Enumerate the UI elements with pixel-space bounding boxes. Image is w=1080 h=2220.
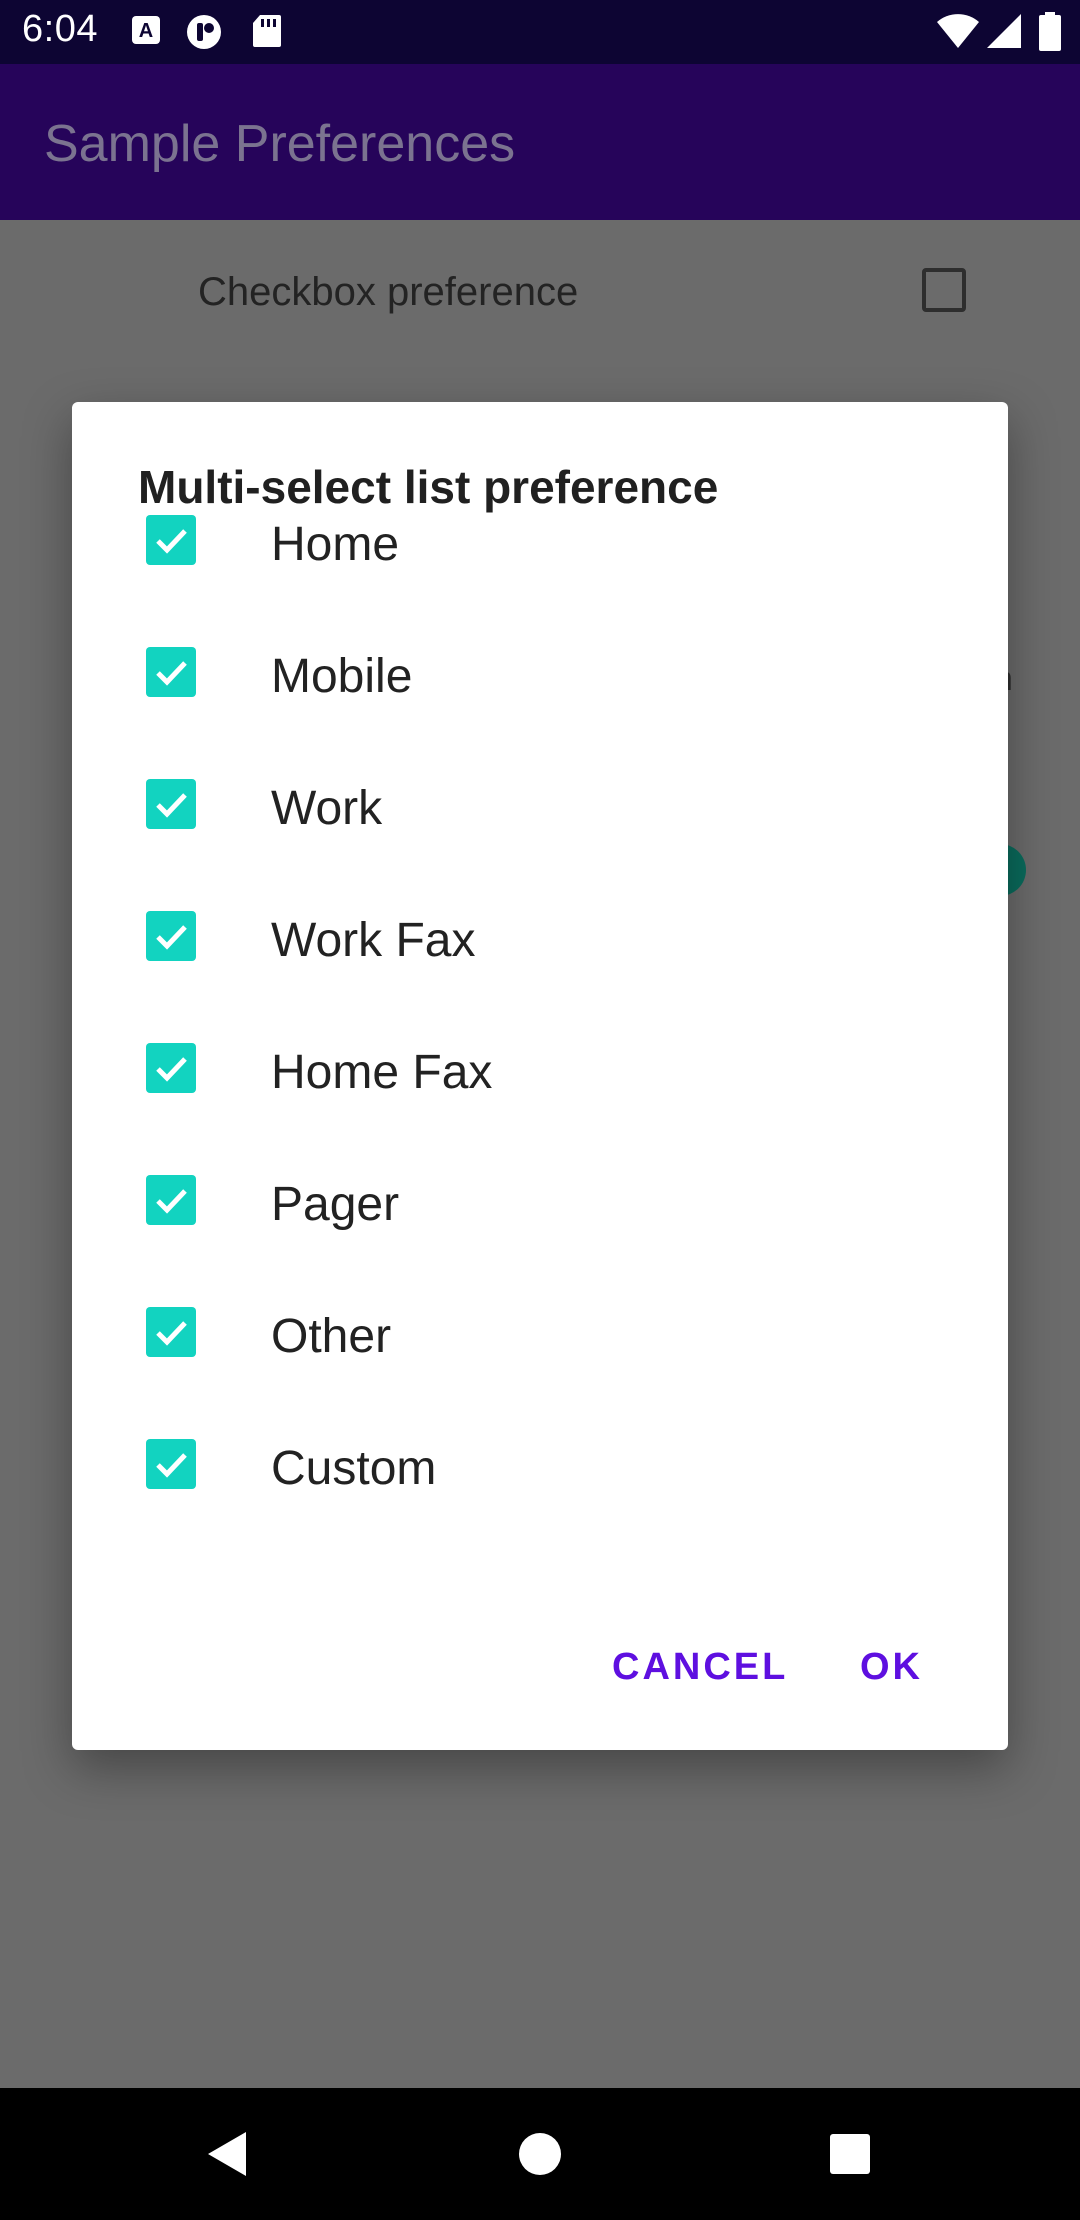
checkbox-checked-icon[interactable]	[146, 1043, 196, 1093]
recents-icon[interactable]	[820, 2124, 880, 2189]
checkbox-checked-icon[interactable]	[146, 1439, 196, 1489]
checkbox-preference-checkbox[interactable]	[922, 268, 966, 312]
svg-text:A: A	[139, 20, 153, 42]
a-icon: A	[130, 14, 162, 51]
option-label: Home	[271, 518, 400, 571]
option-pager[interactable]: Pager	[72, 1135, 1008, 1267]
option-custom[interactable]: Custom	[72, 1399, 1008, 1531]
option-label: Work	[271, 782, 383, 835]
option-work[interactable]: Work	[72, 739, 1008, 871]
tag-icon	[186, 14, 224, 55]
back-icon[interactable]	[200, 2124, 260, 2189]
option-label: Work Fax	[271, 914, 476, 967]
checkbox-checked-icon[interactable]	[146, 1175, 196, 1225]
checkbox-checked-icon[interactable]	[146, 911, 196, 961]
checkbox-checked-icon[interactable]	[146, 1307, 196, 1357]
status-time: 6:04	[22, 8, 98, 50]
navigation-bar	[0, 2088, 1080, 2220]
option-label: Mobile	[271, 650, 413, 703]
cell-signal-icon	[986, 12, 1022, 52]
multi-select-dialog: Multi-select list preference Home Mobile…	[72, 402, 1008, 1750]
option-label: Pager	[271, 1178, 400, 1231]
checkbox-checked-icon[interactable]	[146, 515, 196, 565]
option-label: Home Fax	[271, 1046, 493, 1099]
cancel-button[interactable]: CANCEL	[612, 1646, 788, 1689]
checkbox-preference-label: Checkbox preference	[198, 270, 579, 314]
ok-button[interactable]: OK	[860, 1646, 923, 1689]
option-work-fax[interactable]: Work Fax	[72, 871, 1008, 1003]
checkbox-checked-icon[interactable]	[146, 647, 196, 697]
wifi-icon	[936, 12, 980, 52]
checkbox-checked-icon[interactable]	[146, 779, 196, 829]
option-home[interactable]: Home	[72, 475, 1008, 607]
option-label: Custom	[271, 1442, 437, 1495]
checkbox-preference-row[interactable]: Checkbox preference	[0, 220, 1080, 370]
option-home-fax[interactable]: Home Fax	[72, 1003, 1008, 1135]
app-bar: Sample Preferences	[0, 64, 1080, 220]
battery-icon	[1038, 12, 1062, 52]
status-bar: 6:04 A	[0, 0, 1080, 64]
option-other[interactable]: Other	[72, 1267, 1008, 1399]
option-mobile[interactable]: Mobile	[72, 607, 1008, 739]
home-icon[interactable]	[510, 2124, 570, 2189]
sd-card-icon	[252, 14, 282, 53]
option-label: Other	[271, 1310, 392, 1363]
app-title: Sample Preferences	[44, 115, 516, 173]
